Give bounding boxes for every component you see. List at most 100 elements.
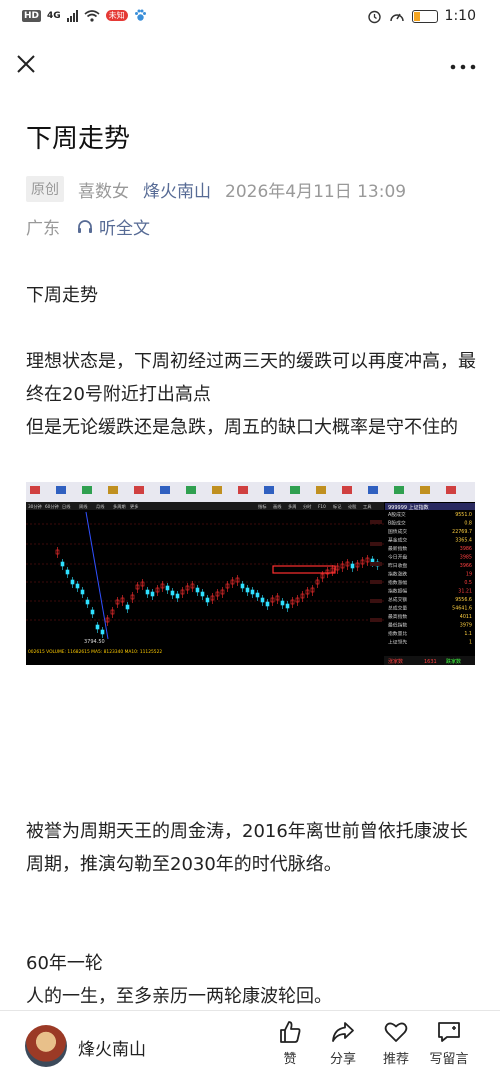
panel-row-label: 今日开盘: [388, 554, 407, 561]
more-icon[interactable]: [450, 63, 476, 71]
share-icon: [332, 1022, 354, 1042]
candle-body: [80, 589, 85, 595]
price-tick: [370, 520, 382, 524]
toolbar-icon: [82, 486, 92, 494]
panel-row-value: 1: [469, 640, 472, 646]
chart-tab: 多周: [288, 503, 296, 510]
candle-body: [280, 600, 285, 606]
like-button[interactable]: 赞: [265, 1019, 315, 1067]
clock: 1:10: [444, 8, 476, 24]
candle-body: [265, 601, 270, 607]
battery-icon: [411, 9, 438, 23]
share-button[interactable]: 分享: [318, 1019, 368, 1067]
toolbar-icon: [290, 486, 300, 494]
panel-row-label: 国债成交: [388, 528, 407, 535]
candle-body: [90, 609, 95, 615]
stock-chart-graphic: 30分钟 60分钟 日线 周线 月线 多周期 更多 指标 画线 多周 分时 F10 标记 论股 工具 37…: [26, 482, 475, 665]
panel-row-value: 0.8: [464, 521, 472, 527]
listen-button[interactable]: 听全文: [76, 214, 150, 239]
panel-row-value: 1.1: [464, 631, 472, 637]
article-meta: 原创 喜数女 烽火南山 2026年4月11日 13:09: [26, 176, 406, 202]
panel-row-value: 3979: [460, 623, 472, 629]
wifi-icon: [84, 9, 100, 22]
author-name: 喜数女: [78, 181, 129, 202]
panel-row-label: 昨日收盘: [388, 562, 407, 569]
heart-icon: [384, 1022, 408, 1042]
close-icon[interactable]: [14, 52, 38, 76]
panel-row-label: 基金成交: [388, 537, 407, 544]
recommend-button[interactable]: 推荐: [371, 1019, 421, 1067]
publish-date: 2026年4月11日 13:09: [225, 181, 407, 202]
speed-icon: [389, 13, 404, 21]
listen-label: 听全文: [99, 219, 150, 239]
toolbar-icon: [446, 486, 456, 494]
candle-body: [285, 603, 290, 609]
panel-row-value: 3365.4: [455, 538, 472, 544]
price-tick: [370, 618, 382, 622]
candle-body: [75, 583, 80, 589]
period-tab: 更多: [130, 503, 138, 510]
candle-body: [60, 561, 65, 567]
toolbar-icon: [264, 486, 274, 494]
comment-button[interactable]: 写留言: [424, 1019, 474, 1067]
article-meta-secondary: 广东 听全文: [26, 214, 150, 239]
candle-body: [350, 563, 355, 569]
candle-body: [260, 597, 265, 603]
chart-tab: 画线: [273, 503, 282, 510]
panel-row-value: 3985: [460, 555, 472, 561]
recommend-label: 推荐: [382, 1052, 409, 1067]
panel-row-value: 3986: [460, 546, 472, 552]
panel-row-value: 9556.6: [455, 597, 472, 603]
toolbar-icon: [316, 486, 326, 494]
panel-row-label: 总成交量: [388, 605, 407, 612]
volume-label: 002615 VOLUME: 11682615 MA5: 8123340 MA1…: [28, 649, 162, 655]
toolbar-icon: [108, 486, 118, 494]
period-tab: 日线: [62, 503, 71, 510]
chart-tab: 分时: [303, 503, 312, 510]
panel-row-label: 指数涨幅: [388, 579, 407, 586]
panel-row-value: 31.21: [458, 589, 472, 595]
stock-chart-image[interactable]: 30分钟 60分钟 日线 周线 月线 多周期 更多 指标 画线 多周 分时 F10 标记 论股 工具 37…: [26, 482, 475, 665]
alarm-icon: [367, 10, 381, 23]
candle-body: [100, 629, 105, 635]
location-label: 广东: [26, 219, 60, 239]
period-tab: 周线: [79, 503, 88, 510]
panel-bottom-mid: 1631: [424, 659, 437, 665]
toolbar-icon: [56, 486, 66, 494]
candle-body: [145, 589, 150, 595]
panel-row-label: A股成交: [388, 511, 406, 518]
paw-icon: [134, 9, 146, 21]
chart-tab: F10: [318, 504, 326, 509]
panel-row-label: 总成交额: [388, 596, 407, 603]
candle-body: [95, 624, 100, 630]
toolbar-icon: [186, 486, 196, 494]
chart-low-label: 3794.50: [84, 639, 105, 645]
bottom-account-name[interactable]: 烽火南山: [78, 1035, 146, 1060]
price-tick: [370, 542, 382, 546]
paragraph-4: 60年一轮 人的一生，至多亲历一两轮康波轮回。: [26, 947, 478, 1013]
toolbar-icon: [30, 486, 40, 494]
notification-badge: 未知: [105, 10, 128, 21]
account-avatar[interactable]: [25, 1025, 67, 1067]
toolbar-icon: [160, 486, 170, 494]
candle-body: [205, 597, 210, 603]
candle-body: [245, 587, 250, 593]
period-tab: 多周期: [113, 503, 126, 510]
article-title: 下周走势: [26, 124, 131, 154]
panel-row-label: 最高指数: [388, 613, 407, 620]
network-type: 4G: [47, 10, 61, 21]
panel-row-label: 指数涨跌: [388, 571, 407, 578]
panel-row-value: 19: [466, 572, 472, 578]
toolbar-icon: [342, 486, 352, 494]
period-tab: 月线: [96, 503, 105, 510]
candle-body: [165, 585, 170, 591]
comment-label: 写留言: [429, 1052, 469, 1067]
panel-row-value: 0.5: [464, 580, 472, 586]
account-link[interactable]: 烽火南山: [143, 177, 211, 202]
candle-body: [250, 589, 255, 595]
top-bar: [0, 44, 500, 88]
panel-bottom-left: 涨家数: [388, 658, 403, 665]
comment-icon: [438, 1022, 460, 1042]
panel-row-value: 22769.7: [452, 529, 472, 535]
panel-row-label: 最新指数: [388, 545, 407, 552]
